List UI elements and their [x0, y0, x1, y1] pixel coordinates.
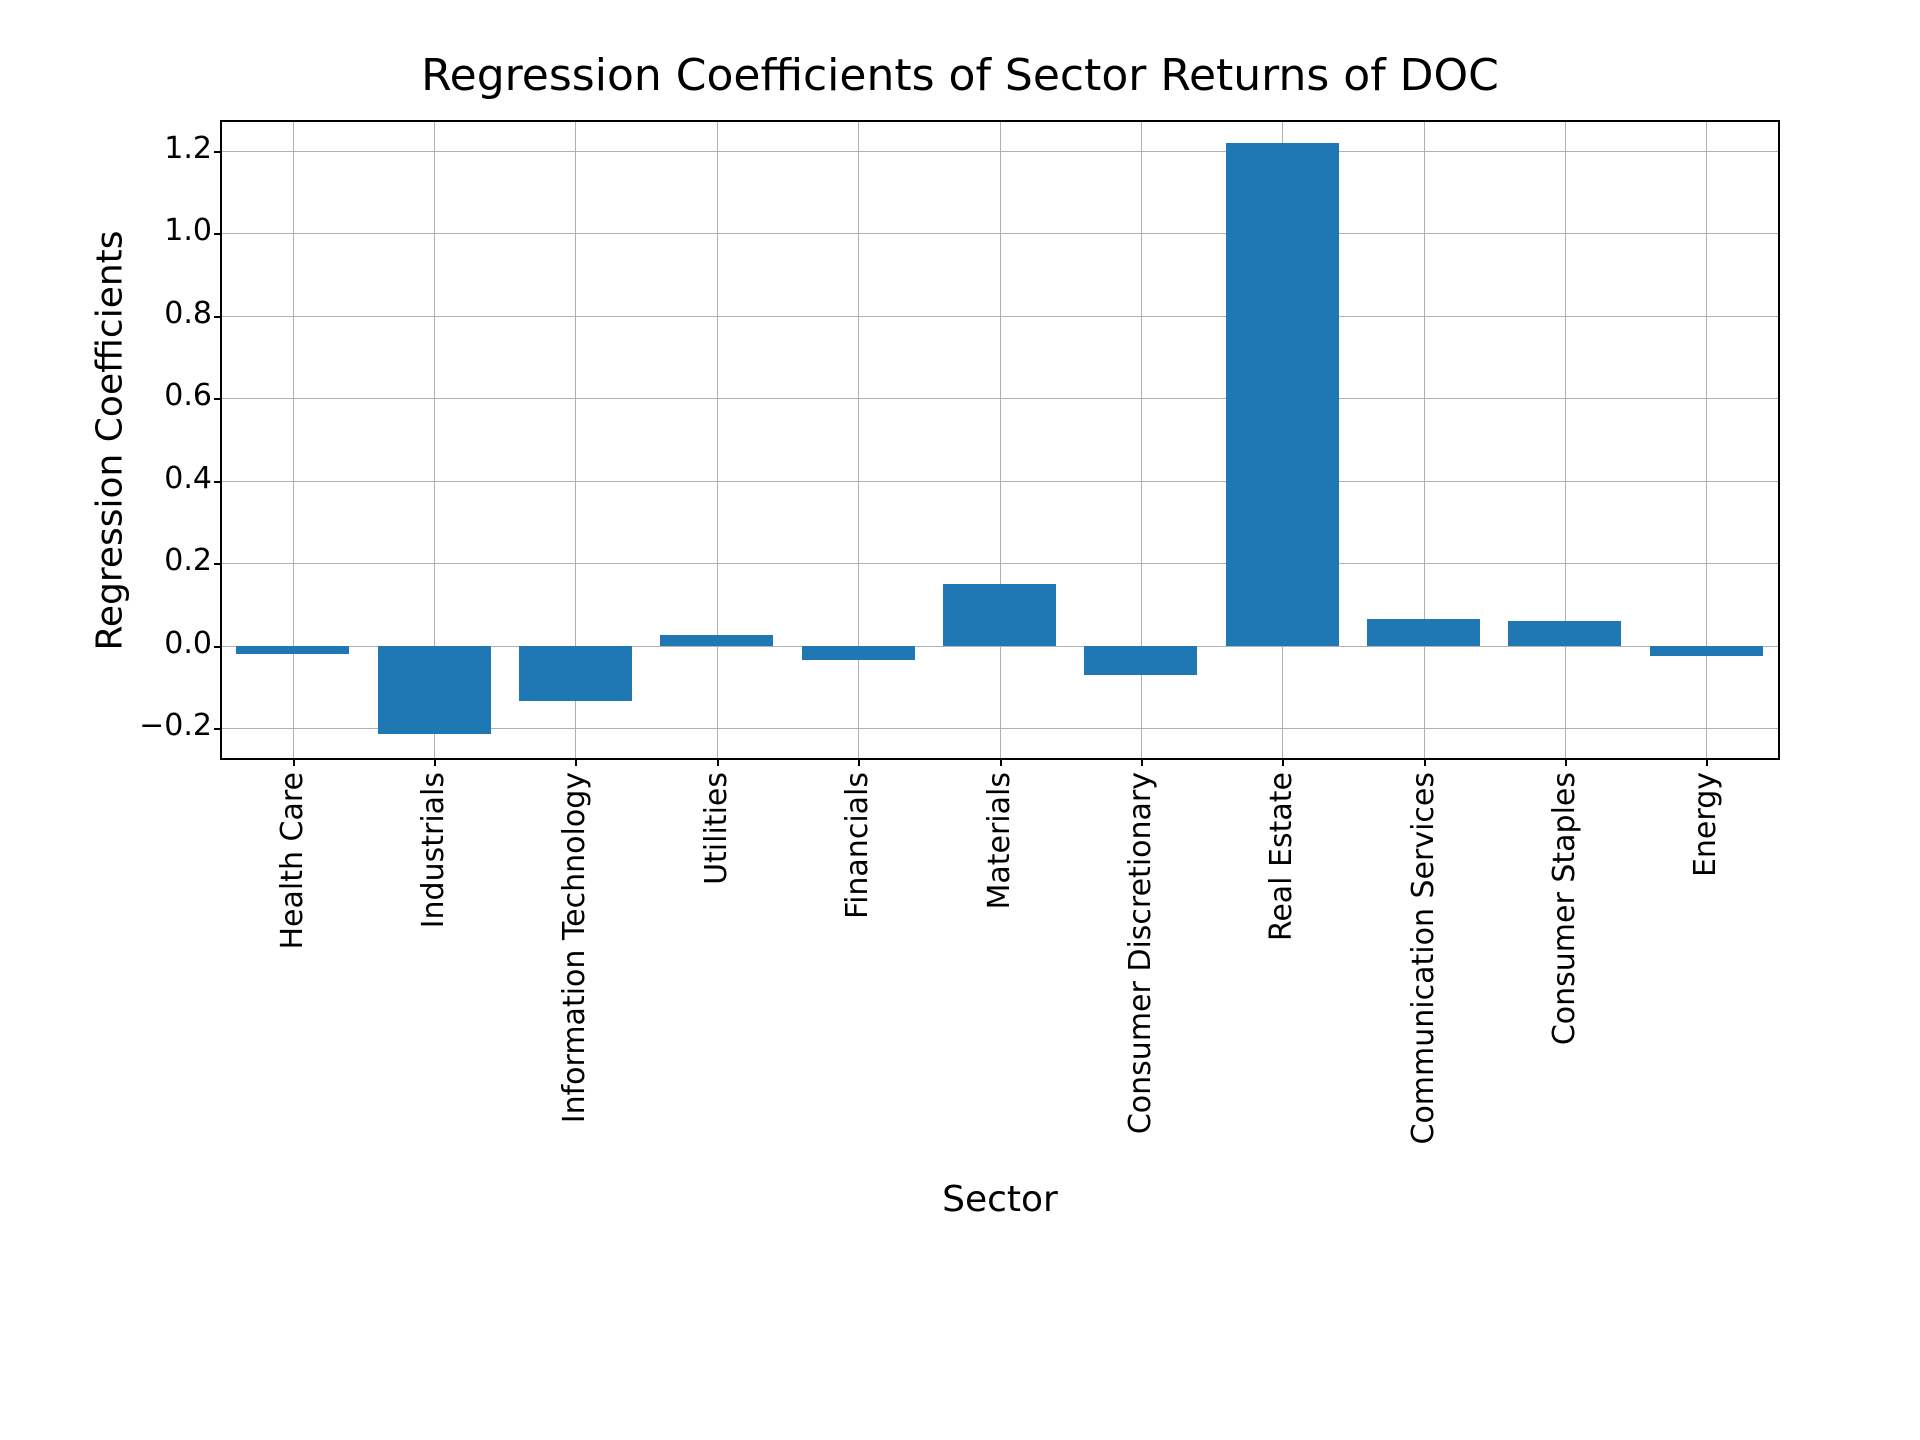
y-tick-mark	[214, 481, 222, 483]
gridline-v	[1000, 122, 1001, 758]
y-tick-mark	[214, 316, 222, 318]
y-tick-mark	[214, 563, 222, 565]
chart-container: Regression Coefficients of Sector Return…	[80, 50, 1840, 1390]
y-tick-label: 0.4	[92, 464, 212, 494]
gridline-v	[1706, 122, 1707, 758]
chart-title: Regression Coefficients of Sector Return…	[80, 50, 1840, 101]
y-tick-label: −0.2	[92, 711, 212, 741]
y-tick-mark	[214, 151, 222, 153]
bar	[1226, 143, 1339, 646]
bar	[660, 635, 773, 645]
y-tick-label: 1.2	[92, 134, 212, 164]
y-tick-label: 0.0	[92, 629, 212, 659]
y-tick-label: 0.6	[92, 381, 212, 411]
x-tick-label: Utilities	[717, 716, 747, 829]
x-tick-label: Materials	[1000, 703, 1030, 841]
bar	[236, 646, 349, 654]
x-axis-label: Sector	[220, 1179, 1780, 1220]
bar	[1650, 646, 1763, 656]
bar	[943, 584, 1056, 646]
x-tick-label: Communication Services	[1424, 586, 1454, 959]
y-tick-label: 0.2	[92, 546, 212, 576]
x-tick-label: Consumer Staples	[1565, 635, 1595, 908]
x-tick-label: Consumer Discretionary	[1141, 591, 1171, 953]
x-tick-label: Health Care	[293, 683, 323, 861]
gridline-v	[293, 122, 294, 758]
x-tick-label: Industrials	[434, 694, 464, 850]
y-tick-mark	[214, 728, 222, 730]
x-tick-label: Energy	[1706, 719, 1736, 824]
y-tick-label: 1.0	[92, 216, 212, 246]
y-tick-label: 0.8	[92, 299, 212, 329]
gridline-v	[858, 122, 859, 758]
x-tick-label: Real Estate	[1282, 687, 1312, 856]
y-tick-mark	[214, 646, 222, 648]
x-tick-label: Financials	[858, 699, 888, 846]
y-axis-label: Regression Coefficients	[90, 230, 131, 650]
y-tick-mark	[214, 233, 222, 235]
plot-area: Health CareIndustrialsInformation Techno…	[220, 120, 1780, 760]
y-tick-mark	[214, 398, 222, 400]
bar	[802, 646, 915, 660]
gridline-v	[717, 122, 718, 758]
x-tick-label: Information Technology	[575, 596, 605, 947]
